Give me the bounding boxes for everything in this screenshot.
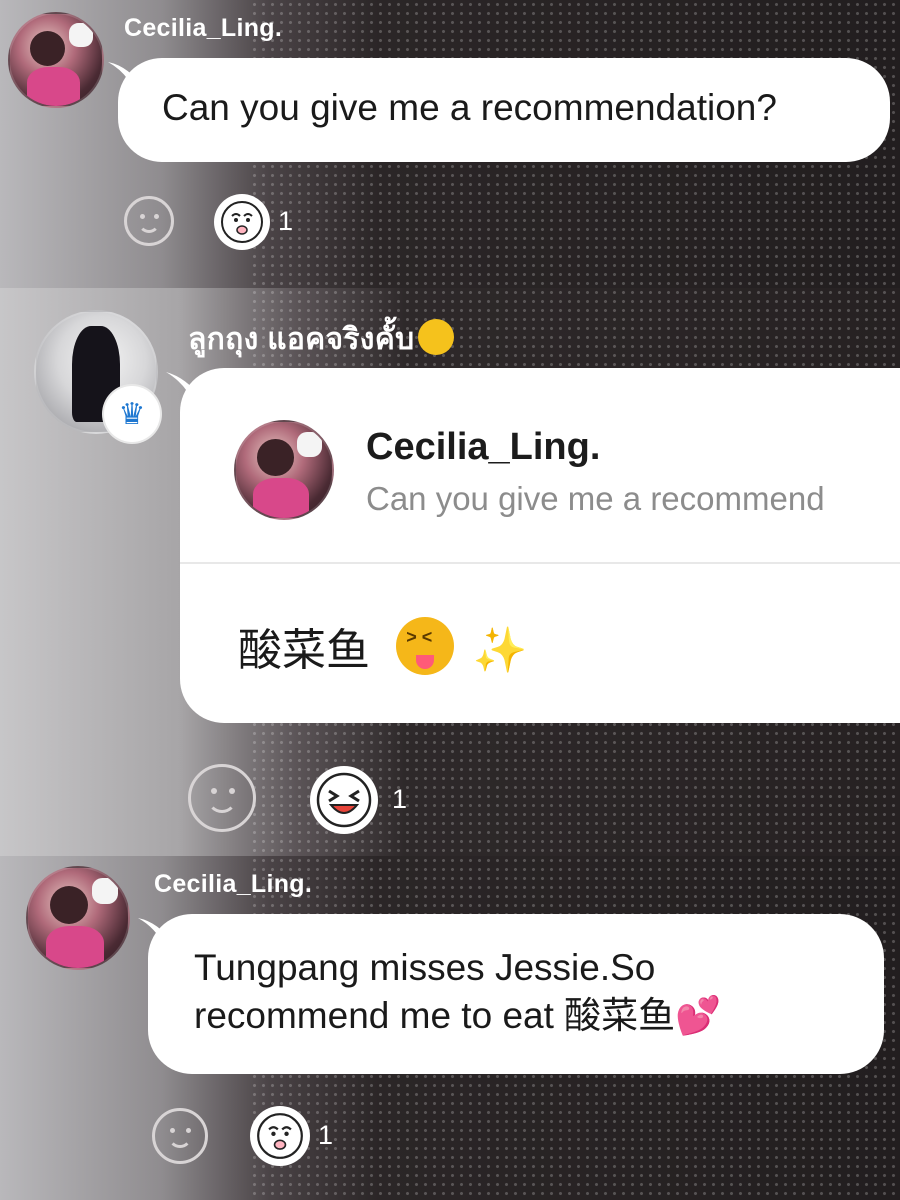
bubble-tail <box>108 62 144 90</box>
message-text-line-2: recommend me to eat 酸菜鱼💕 <box>194 992 884 1040</box>
reaction-count: 1 <box>278 206 294 236</box>
message-text: Can you give me a recommendation? <box>162 87 777 128</box>
two-hearts-emoji: 💕 <box>675 995 722 1036</box>
quoted-avatar <box>234 420 334 520</box>
reply-bubble[interactable]: Cecilia_Ling. Can you give me a recommen… <box>180 368 900 723</box>
laughing-face-icon[interactable] <box>310 766 378 834</box>
worried-face-icon[interactable] <box>214 194 270 250</box>
crown-icon: ♛ <box>104 386 160 442</box>
avatar[interactable] <box>26 866 130 970</box>
zany-face-emoji <box>418 319 455 355</box>
quoted-username: Cecilia_Ling. <box>366 426 601 468</box>
reply-text: 酸菜鱼 <box>238 626 370 675</box>
username-text: ลูกถุง แอคจริงคั้บ <box>188 323 415 356</box>
reaction-count: 1 <box>392 784 408 814</box>
message-panel-3: Cecilia_Ling. Tungpang misses Jessie.So … <box>0 856 900 1200</box>
username[interactable]: Cecilia_Ling. <box>154 870 312 899</box>
worried-face-icon[interactable] <box>250 1106 310 1166</box>
add-reaction-smiley-icon[interactable] <box>124 196 174 246</box>
reply-divider <box>180 562 900 564</box>
add-reaction-smiley-icon[interactable] <box>188 764 256 832</box>
bubble-tail <box>166 372 204 404</box>
message-text-line-1: Tungpang misses Jessie.So <box>194 947 656 988</box>
bubble-tail <box>138 918 174 946</box>
message-panel-2: ♛ ลูกถุง แอคจริงคั้บ Cecilia_Ling. Can y… <box>0 288 900 856</box>
message-text-line-2-text: recommend me to eat 酸菜鱼 <box>194 995 676 1036</box>
username[interactable]: ลูกถุง แอคจริงคั้บ <box>188 316 455 363</box>
message-bubble[interactable]: Tungpang misses Jessie.So recommend me t… <box>148 914 884 1074</box>
add-reaction-smiley-icon[interactable] <box>152 1108 208 1164</box>
avatar[interactable] <box>8 12 104 108</box>
sparkles-emoji: ✨ <box>472 626 528 675</box>
squinting-tongue-emoji <box>396 617 455 675</box>
reaction-count: 1 <box>318 1120 334 1150</box>
username[interactable]: Cecilia_Ling. <box>124 14 282 43</box>
reply-message: 酸菜鱼 ✨ <box>238 614 527 678</box>
message-panel-1: Cecilia_Ling. Can you give me a recommen… <box>0 0 900 288</box>
quoted-message: Can you give me a recommend <box>366 480 825 517</box>
message-bubble[interactable]: Can you give me a recommendation? <box>118 58 890 162</box>
